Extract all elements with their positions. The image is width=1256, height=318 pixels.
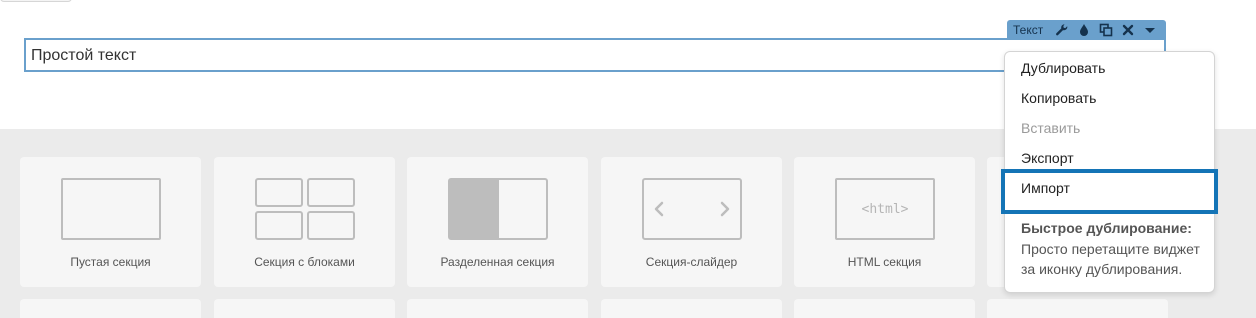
- section-card-row2[interactable]: [214, 299, 395, 318]
- section-card-split[interactable]: Разделенная секция: [407, 157, 588, 287]
- section-card-html[interactable]: <html> HTML секция: [794, 157, 975, 287]
- section-card-row2[interactable]: [407, 299, 588, 318]
- section-card-row2[interactable]: [794, 299, 975, 318]
- html-icon-text: <html>: [861, 201, 909, 217]
- drop-icon[interactable]: [1073, 20, 1095, 40]
- section-card-slider[interactable]: Секция-слайдер: [601, 157, 782, 287]
- toolbar-label: Текст: [1013, 23, 1044, 37]
- wrench-icon[interactable]: [1051, 20, 1073, 40]
- close-icon[interactable]: [1117, 20, 1139, 40]
- widget-actions-menu: Дублировать Копировать Вставить Экспорт …: [1001, 51, 1218, 293]
- menu-item-copy[interactable]: Копировать: [1021, 90, 1096, 106]
- html-section-icon: <html>: [835, 178, 935, 240]
- menu-item-paste: Вставить: [1021, 120, 1081, 136]
- text-widget-content: Простой текст: [31, 47, 137, 64]
- blocks-section-icon: [255, 178, 355, 240]
- caret-down-icon[interactable]: [1139, 20, 1161, 40]
- section-card-label: Пустая секция: [70, 255, 151, 269]
- section-card-empty[interactable]: Пустая секция: [20, 157, 201, 287]
- top-tab[interactable]: [0, 0, 72, 2]
- section-card-label: Разделенная секция: [440, 255, 555, 269]
- section-card-row2[interactable]: [601, 299, 782, 318]
- section-card-label: Секция с блоками: [254, 255, 355, 269]
- section-card-row2[interactable]: [987, 299, 1168, 318]
- slider-section-icon: [642, 178, 742, 240]
- menu-item-import[interactable]: Импорт: [1021, 180, 1070, 196]
- empty-section-icon: [61, 178, 161, 240]
- text-widget[interactable]: Простой текст: [24, 38, 1166, 72]
- menu-item-duplicate[interactable]: Дублировать: [1021, 60, 1105, 76]
- hint-body: Просто перетащите виджет за иконку дубли…: [1021, 241, 1200, 277]
- section-card-row2[interactable]: [20, 299, 201, 318]
- widget-toolbar: Текст: [1007, 20, 1166, 40]
- hint-title: Быстрое дублирование:: [1021, 220, 1192, 236]
- section-card-label: Секция-слайдер: [645, 255, 738, 269]
- section-card-blocks[interactable]: Секция с блоками: [214, 157, 395, 287]
- split-section-icon: [448, 178, 548, 240]
- duplicate-icon[interactable]: [1095, 20, 1117, 40]
- menu-item-export[interactable]: Экспорт: [1021, 150, 1074, 166]
- section-card-label: HTML секция: [847, 255, 922, 269]
